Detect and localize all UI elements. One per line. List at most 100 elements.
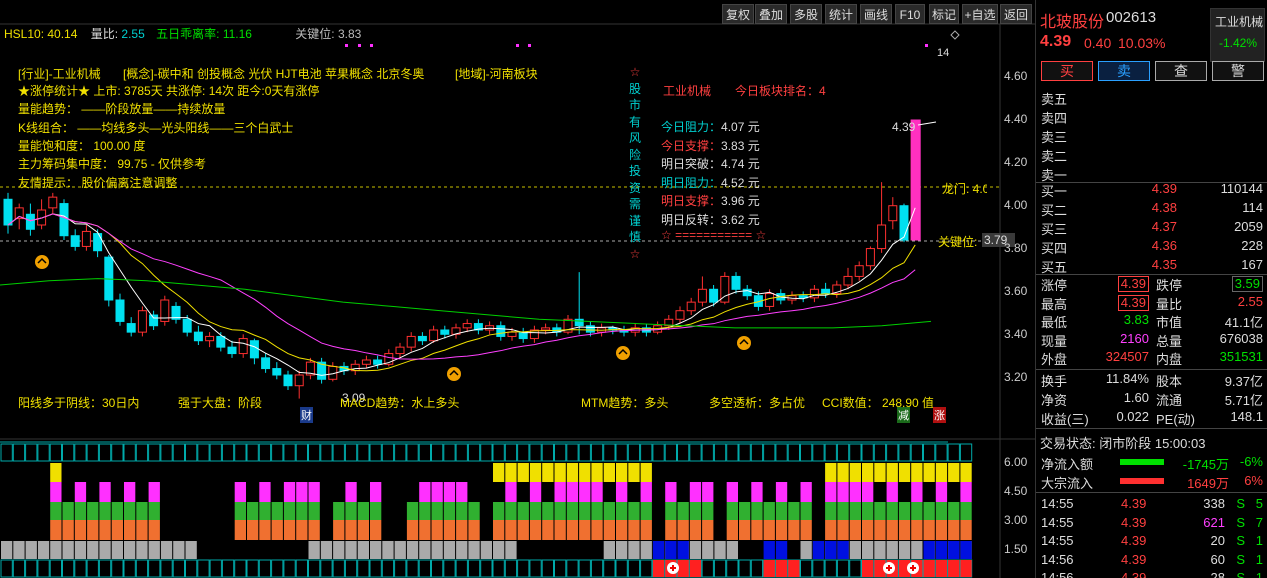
- sub-bottom-cell: [566, 559, 579, 578]
- trade-button-1[interactable]: 卖: [1098, 61, 1150, 81]
- sector-panel-name: 工业机械: [1215, 15, 1264, 29]
- level-red: [775, 560, 788, 577]
- sub-top-cell: [467, 443, 481, 462]
- toolbar-button-6[interactable]: 标记: [929, 4, 959, 24]
- buy-level-label: 买一: [1041, 184, 1068, 199]
- level-red: [948, 560, 960, 577]
- level-orange: [628, 520, 640, 540]
- sub-bottom-cell: [578, 559, 591, 578]
- sub-top-cell: [406, 443, 419, 462]
- toolbar-button-7[interactable]: +自选: [962, 4, 998, 24]
- toolbar-button-0[interactable]: 复权: [722, 4, 754, 24]
- level-yellow: [825, 463, 837, 482]
- level-orange: [739, 520, 751, 540]
- sub-bottom-cell: [406, 559, 419, 578]
- tick-time: 14:55: [1041, 514, 1074, 530]
- sub-top-cell: [763, 443, 776, 462]
- sub-bottom-cell: [344, 559, 358, 578]
- macd-trend: MACD趋势：水上多头: [340, 396, 460, 410]
- quote-value: 41.1亿: [1224, 315, 1263, 330]
- level-green: [136, 502, 148, 520]
- quote-label: 量比: [1156, 296, 1183, 312]
- reduce-marker[interactable]: 减: [897, 407, 910, 423]
- tick-count: 5: [1255, 496, 1263, 511]
- candle-body: [888, 205, 898, 222]
- flow-bar: [1120, 459, 1164, 465]
- level-green: [308, 502, 320, 520]
- sub-top-cell: [320, 443, 333, 462]
- sub-top-cell: [590, 443, 604, 462]
- toolbar-button-3[interactable]: 统计: [825, 4, 857, 24]
- sub-bottom-cell: [812, 559, 825, 578]
- candle-body: [585, 325, 595, 333]
- level-blue: [948, 541, 960, 559]
- indicator-tick: 4.50: [1004, 484, 1028, 498]
- sub-top-cell: [750, 443, 764, 462]
- trade-button-0[interactable]: 买: [1041, 61, 1093, 81]
- toolbar-button-5[interactable]: F10: [895, 4, 925, 24]
- sub-bottom-cell: [726, 559, 739, 578]
- tick-volume: 621: [1203, 514, 1225, 530]
- sub-bottom-cell: [750, 559, 764, 578]
- level-magenta: [591, 482, 603, 502]
- sector-panel[interactable]: 工业机械 -1.42%: [1210, 8, 1265, 62]
- sub-top-cell: [209, 443, 222, 462]
- level-green: [579, 502, 591, 520]
- candle-body: [149, 314, 159, 327]
- toolbar-button-8[interactable]: 返回: [1000, 4, 1032, 24]
- candle-body: [675, 310, 685, 320]
- level-yellow: [505, 463, 517, 482]
- toolbar-button-1[interactable]: 叠加: [755, 4, 787, 24]
- level-orange: [579, 520, 591, 540]
- level-green: [825, 502, 837, 520]
- risk-char: 资: [628, 180, 641, 195]
- top-dot: [345, 44, 348, 47]
- level-green: [677, 502, 689, 520]
- level-green: [874, 502, 886, 520]
- sub-bottom-cell: [627, 559, 641, 578]
- sub-top-cell: [787, 443, 801, 462]
- level-orange: [370, 520, 382, 540]
- level-blue: [825, 541, 837, 559]
- candle-body: [227, 346, 237, 355]
- buy-level-volume: 110144: [1220, 181, 1263, 196]
- level-gray: [99, 541, 111, 559]
- level-orange: [616, 520, 628, 540]
- level-orange: [124, 520, 136, 540]
- quote-label: 现量: [1041, 333, 1068, 349]
- level-green: [50, 502, 62, 520]
- level-blue: [935, 541, 948, 559]
- quote-value: 3.59: [1231, 276, 1263, 292]
- sub-bottom-cell: [357, 559, 370, 578]
- candle-body: [48, 196, 58, 209]
- level-gray: [493, 541, 505, 559]
- candle-body: [261, 357, 271, 370]
- sub-top-cell: [258, 443, 272, 462]
- sr-row: 明日反转：3.62 元: [661, 211, 760, 228]
- sub-top-cell: [898, 443, 911, 462]
- level-orange: [283, 520, 296, 540]
- sub-bottom-cell: [492, 559, 505, 578]
- sub-top-cell: [504, 443, 518, 462]
- finance-marker[interactable]: 财: [300, 407, 313, 423]
- sr-row: 明日阻力：4.52 元: [661, 174, 760, 191]
- level-yellow: [591, 463, 603, 482]
- level-orange: [591, 520, 603, 540]
- sub-bottom-cell: [74, 559, 87, 578]
- risk-char: 有: [628, 114, 641, 129]
- sr-key: 明日阻力：: [661, 175, 722, 190]
- toolbar-button-2[interactable]: 多股: [790, 4, 822, 24]
- level-gray: [173, 541, 185, 559]
- tick-count: 1: [1255, 551, 1263, 567]
- toolbar-button-4[interactable]: 画线: [860, 4, 892, 24]
- sub-bottom-cell: [849, 559, 862, 578]
- sub-top-cell: [135, 443, 149, 462]
- trade-button-2[interactable]: 查: [1155, 61, 1207, 81]
- level-orange: [566, 520, 579, 540]
- trade-button-3[interactable]: 警: [1212, 61, 1264, 81]
- rise-marker[interactable]: 涨: [933, 407, 946, 423]
- sub-bottom-cell: [37, 559, 50, 578]
- sub-top-cell: [74, 443, 87, 462]
- level-yellow: [923, 463, 935, 482]
- level-gray: [898, 541, 911, 559]
